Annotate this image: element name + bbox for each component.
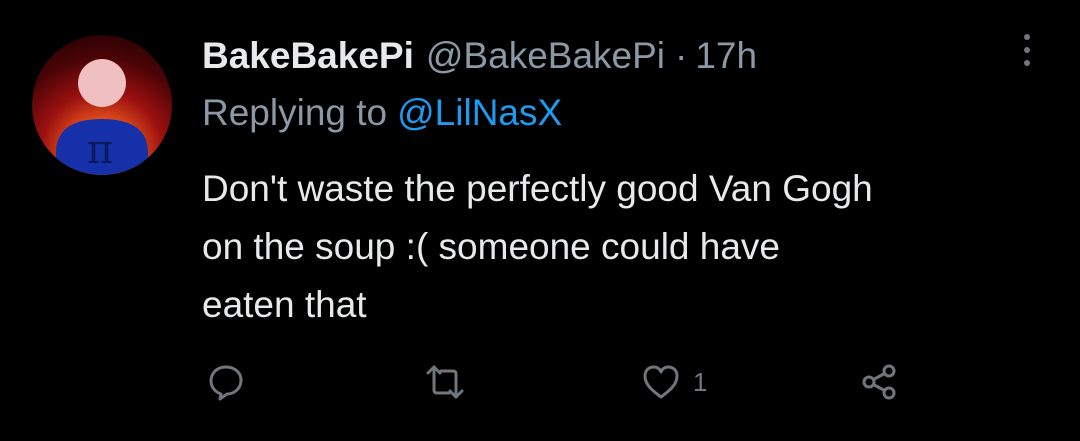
tweet-text-line: Don't waste the perfectly good Van Gogh: [202, 168, 873, 209]
display-name[interactable]: BakeBakePi: [202, 35, 414, 77]
user-handle[interactable]: @BakeBakePi: [426, 35, 665, 77]
share-icon: [862, 364, 896, 400]
tweet-text-line: on the soup :( someone could have: [202, 226, 780, 267]
avatar-pi-glyph: π: [87, 127, 113, 173]
reply-mention-link[interactable]: @LilNasX: [397, 92, 562, 133]
avatar-image: π: [56, 59, 148, 175]
replying-to: Replying to @LilNasX: [202, 92, 562, 134]
like-count: 1: [693, 366, 708, 397]
timestamp[interactable]: 17h: [695, 35, 757, 77]
retweet-button[interactable]: [425, 362, 465, 402]
share-button[interactable]: [860, 362, 900, 402]
retweet-icon: [426, 365, 464, 399]
replying-label: Replying to: [202, 92, 388, 133]
heart-icon: [643, 365, 679, 399]
more-dot: [1024, 34, 1030, 40]
reply-button[interactable]: [206, 362, 246, 402]
more-dot: [1024, 47, 1030, 53]
tweet-header: BakeBakePi @BakeBakePi · 17h: [202, 32, 757, 80]
tweet-text-line: eaten that: [202, 284, 367, 325]
tweet-text: Don't waste the perfectly good Van Gogh …: [202, 160, 1062, 334]
reply-icon: [209, 365, 243, 401]
tweet[interactable]: π BakeBakePi @BakeBakePi · 17h Replying …: [0, 0, 1080, 441]
separator-dot: ·: [675, 35, 688, 76]
more-options-icon[interactable]: [1010, 30, 1044, 70]
action-bar: 1: [0, 352, 1080, 416]
more-dot: [1024, 60, 1030, 66]
avatar[interactable]: π: [32, 35, 172, 175]
like-button[interactable]: 1: [641, 362, 707, 402]
